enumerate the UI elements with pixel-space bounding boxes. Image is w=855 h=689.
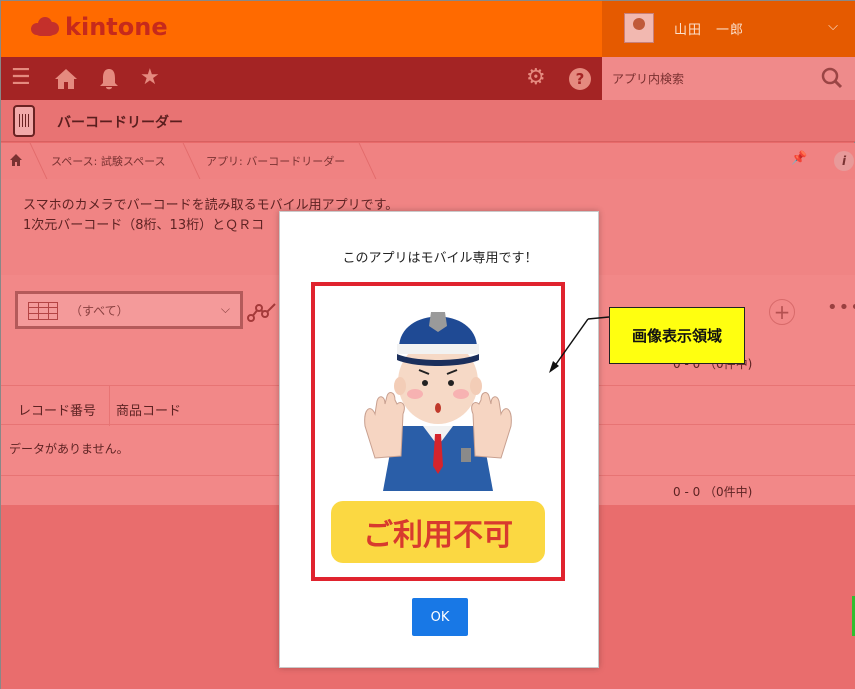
app-header: バーコードリーダー [1, 100, 855, 142]
user-name: 山田 一郎 [674, 23, 745, 38]
image-area-callout: 画像表示領域 [609, 307, 745, 364]
guard-illustration: ご利用不可 [331, 312, 545, 563]
image-display-area: ご利用不可 [311, 282, 565, 581]
logo-text: kintone [65, 13, 168, 41]
hamburger-menu-icon[interactable]: ☰ [11, 66, 31, 90]
breadcrumb-separator [173, 143, 201, 179]
pin-icon[interactable]: 📌 [791, 151, 807, 166]
breadcrumb-separator [20, 143, 48, 179]
search-box [602, 57, 810, 100]
chevron-down-icon: ⌵ [828, 19, 838, 34]
home-icon[interactable] [10, 154, 22, 166]
breadcrumb-separator [349, 143, 377, 179]
column-divider [109, 386, 110, 426]
search-input[interactable] [602, 57, 810, 100]
ok-button[interactable]: OK [412, 598, 468, 636]
add-record-button[interactable]: + [769, 299, 795, 325]
info-icon[interactable]: i [834, 151, 854, 171]
breadcrumb-space[interactable]: スペース: 試験スペース [51, 153, 166, 169]
home-icon[interactable] [54, 68, 78, 90]
user-menu[interactable]: 山田 一郎 ⌵ [602, 1, 855, 57]
mobile-only-dialog: このアプリはモバイル専用です！ ご利用不可 OK [279, 211, 599, 668]
top-bar: kintone 山田 一郎 ⌵ [1, 1, 855, 57]
view-select[interactable]: （すべて） ⌵ [15, 291, 243, 329]
table-view-icon [28, 302, 58, 320]
breadcrumb-app[interactable]: アプリ: バーコードリーダー [206, 153, 345, 169]
empty-message: データがありません。 [9, 442, 129, 456]
column-header-record-number[interactable]: レコード番号 [18, 400, 96, 419]
gear-icon[interactable]: ⚙ [526, 66, 546, 90]
chevron-down-icon: ⌵ [220, 302, 230, 316]
graph-icon[interactable] [245, 294, 279, 328]
star-icon[interactable]: ★ [140, 66, 160, 90]
cloud-icon [31, 17, 59, 37]
view-select-label: （すべて） [70, 304, 129, 318]
record-count-bottom: 0 - 0 （0件中) [673, 485, 753, 499]
search-button[interactable] [810, 57, 855, 100]
barcode-app-icon [13, 105, 35, 137]
search-icon [821, 67, 843, 89]
help-icon[interactable]: ? [568, 67, 592, 91]
dialog-message: このアプリはモバイル専用です！ [342, 251, 538, 266]
more-options-icon[interactable]: ••• [827, 297, 855, 318]
unavailable-label: ご利用不可 [363, 518, 513, 553]
bell-icon[interactable] [98, 67, 120, 91]
app-title: バーコードリーダー [57, 115, 183, 131]
kintone-logo[interactable]: kintone [31, 13, 168, 41]
breadcrumb: スペース: 試験スペース アプリ: バーコードリーダー 📌 i [1, 143, 855, 179]
column-header-product-code[interactable]: 商品コード [116, 400, 181, 419]
svg-text:?: ? [576, 70, 585, 88]
avatar [624, 13, 654, 43]
